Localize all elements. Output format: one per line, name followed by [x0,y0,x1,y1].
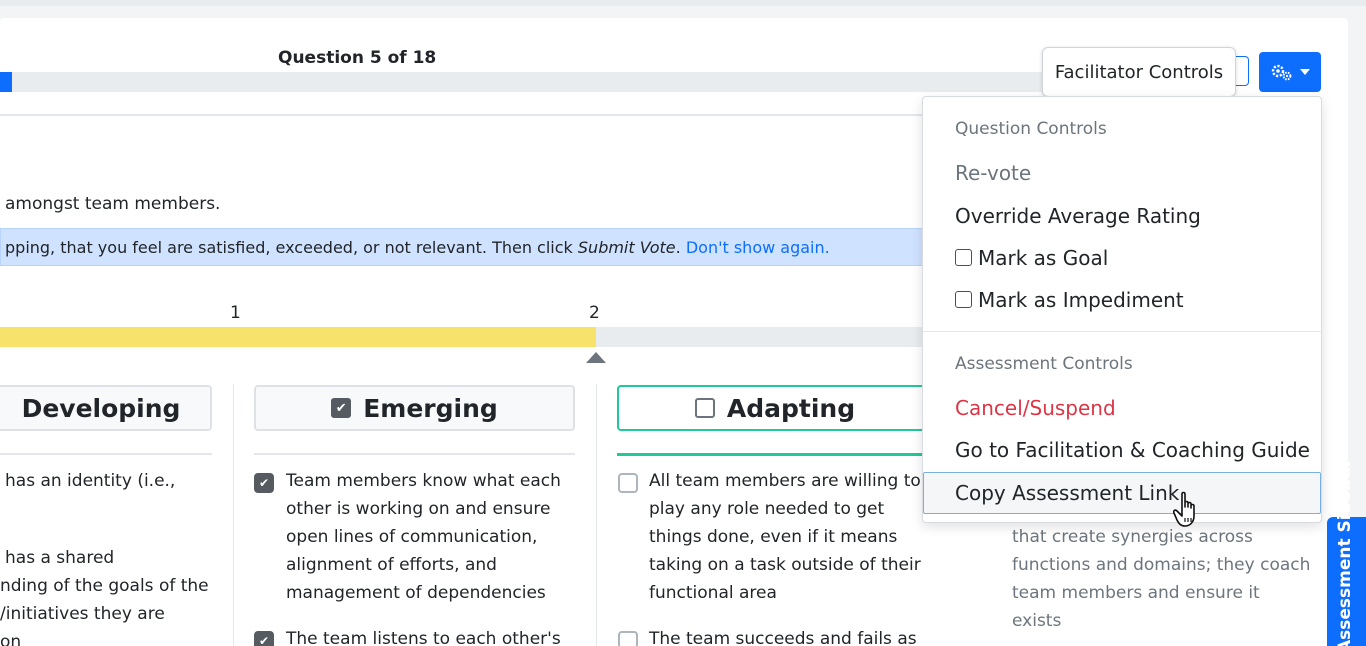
menu-item-label: Mark as Goal [978,246,1109,270]
stage-label: Developing [21,393,181,423]
question-controls-header: Question Controls [955,119,1107,139]
emerging-item: The team listens to each other's [286,629,561,646]
adapting-item: The team succeeds and fails as [649,629,917,646]
stage-developing-button[interactable]: Developing [0,385,212,431]
copy-assessment-link-menu-item[interactable]: Copy Assessment Link [955,481,1179,505]
column-separator [233,384,234,646]
stage-adapting-button[interactable]: Adapting [617,385,933,431]
dont-show-again-link[interactable]: Don't show again. [686,238,830,257]
question-description: amongst team members. [5,194,221,214]
sidebar-tab-label: Assessment Sidebar [1335,458,1355,646]
cancel-suspend-menu-item[interactable]: Cancel/Suspend [955,396,1116,420]
stage-label: Adapting [726,393,856,423]
item-checkbox-checked[interactable]: ✔ [254,631,274,646]
item-checkbox-checked[interactable]: ✔ [254,473,274,493]
menu-divider [923,331,1321,332]
stage-underline [254,453,575,455]
checkbox-icon [955,249,972,266]
top-strip [0,0,1366,6]
checkbox-icon [955,291,972,308]
item-checkbox[interactable] [618,473,638,493]
section-divider [0,114,930,116]
developing-item: has an identity (i.e., [5,471,176,491]
adapting-item: All team members are willing to play any… [649,471,921,603]
developing-item: has a shared [5,548,115,568]
developing-item: on [0,632,22,646]
fourth-stage-item: that create synergies across functions a… [1012,527,1311,631]
hand-pointer-icon [1173,491,1195,527]
item-checkbox[interactable] [618,631,638,646]
stage-underline-active [617,453,930,456]
question-progress-bar [0,72,1070,92]
stage-emerging-button[interactable]: ✔ Emerging [254,385,575,431]
average-marker-icon [586,352,606,363]
gears-icon [1271,64,1291,81]
instruction-alert: pping, that you feel are satisfied, exce… [0,228,930,266]
facilitator-gear-button[interactable] [1259,52,1321,92]
mark-goal-menu-item[interactable]: Mark as Goal [955,246,1108,270]
question-progress-fill [0,72,12,92]
submit-vote-emphasis: Submit Vote [577,238,676,257]
stage-label: Emerging [363,393,498,423]
checkbox-empty-icon [694,398,715,418]
facilitator-controls-tooltip: Facilitator Controls [1042,47,1236,97]
instruction-text-end: . [675,238,686,257]
revote-menu-item[interactable]: Re-vote [955,161,1031,185]
scale-label-1: 1 [230,303,241,323]
rating-scale-fill [0,327,596,347]
developing-item: /initiatives they are [0,604,165,624]
override-rating-menu-item[interactable]: Override Average Rating [955,204,1201,228]
question-counter: Question 5 of 18 [278,48,437,68]
scale-label-2: 2 [589,303,600,323]
column-separator [596,384,597,646]
menu-item-label: Mark as Impediment [978,288,1184,312]
mark-impediment-menu-item[interactable]: Mark as Impediment [955,288,1184,312]
caret-down-icon [1299,69,1310,75]
assessment-sidebar-tab[interactable]: Assessment Sidebar [1327,459,1366,646]
stage-underline [0,453,212,455]
instruction-text: pping, that you feel are satisfied, exce… [5,238,578,257]
facilitator-dropdown-menu: Question Controls Re-vote Override Avera… [922,96,1322,523]
checkbox-checked-icon: ✔ [331,398,352,418]
rating-scale-bar [0,327,930,347]
assessment-controls-header: Assessment Controls [955,354,1133,374]
tooltip-arrow [1235,56,1249,86]
emerging-item: Team members know what each other is wor… [286,471,561,603]
coaching-guide-menu-item[interactable]: Go to Facilitation & Coaching Guide [955,438,1310,462]
developing-item: nding of the goals of the [0,576,209,596]
